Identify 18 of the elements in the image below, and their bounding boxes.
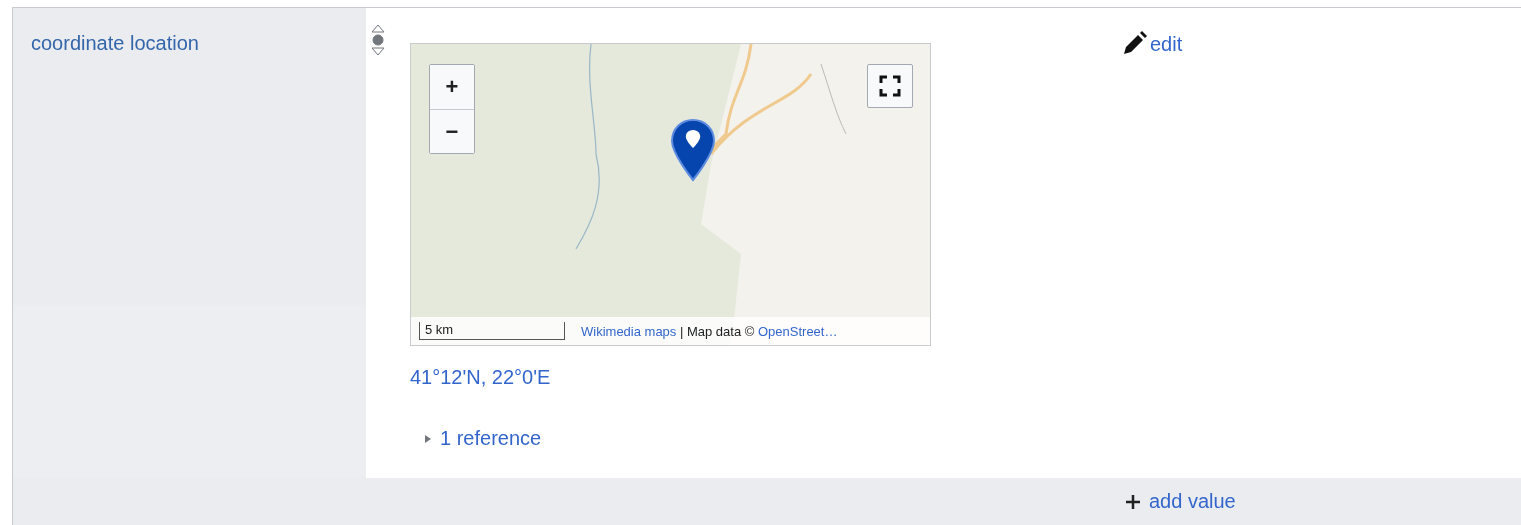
attribution-text: | Map data © <box>678 323 756 339</box>
add-value-link[interactable]: add value <box>1125 490 1236 513</box>
edit-link[interactable]: edit <box>1121 31 1183 57</box>
references-toggle[interactable]: 1 reference <box>424 427 1121 450</box>
zoom-out-button[interactable]: − <box>430 109 474 153</box>
attribution-link[interactable]: Wikimedia maps <box>581 323 677 339</box>
attribution-link[interactable]: OpenStreet… <box>757 323 838 339</box>
map-pin-icon <box>669 118 717 182</box>
fullscreen-icon[interactable] <box>867 64 913 108</box>
scale-bar: 5 km <box>419 322 565 340</box>
rank-dot-icon[interactable] <box>370 34 386 46</box>
triangle-icon <box>424 432 432 445</box>
plus-icon <box>1125 493 1141 510</box>
pencil-icon <box>1121 31 1147 57</box>
coordinate-link[interactable]: 41°12'N, 22°0'E <box>410 366 551 389</box>
property-link[interactable]: coordinate location <box>31 32 199 54</box>
rank-down-triangle-icon[interactable] <box>370 46 386 56</box>
rank-up-triangle-icon[interactable] <box>370 24 386 34</box>
